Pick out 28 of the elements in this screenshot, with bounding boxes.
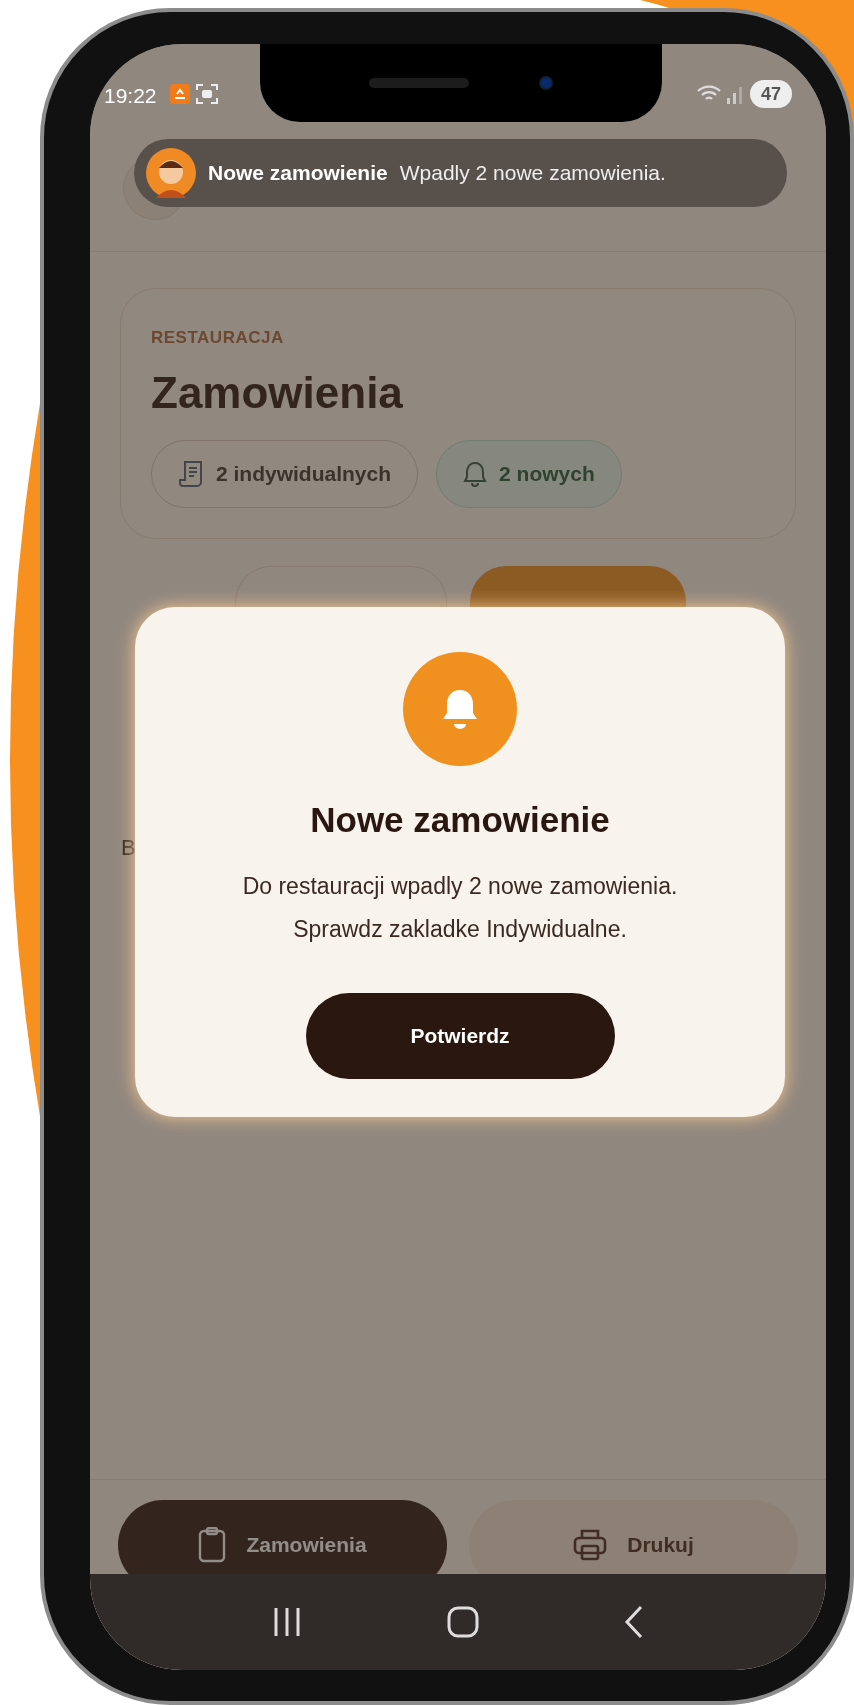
body-text: B	[121, 833, 137, 862]
bell-icon	[440, 687, 480, 731]
dialog-message: Do restauracji wpadly 2 nowe zamowienia. Sprawdz zakladke Indywidualne.	[241, 871, 679, 944]
chip-label: 2 nowych	[499, 460, 595, 487]
receipt-icon	[178, 459, 204, 488]
screenshot-icon	[196, 84, 218, 104]
battery-indicator: 47	[750, 80, 792, 108]
page-title: Zamowienia	[151, 366, 404, 419]
filter-chip[interactable]: 2 nowych	[436, 439, 622, 508]
confirm-button[interactable]: Potwierdz	[305, 992, 615, 1079]
notification-message: Wpadly 2 nowe zamowienia.	[399, 160, 666, 187]
back-icon[interactable]	[623, 1605, 644, 1639]
recent-apps-icon[interactable]	[272, 1606, 303, 1638]
front-camera	[539, 76, 553, 90]
bell-icon	[463, 460, 488, 487]
notification-toast[interactable]: Nowe zamowienie Wpadly 2 nowe zamowienia.	[134, 139, 787, 207]
clipboard-icon	[198, 1527, 227, 1563]
app-notification-icon	[170, 84, 190, 104]
chip-label: 2 indywidualnych	[216, 460, 392, 487]
app-logo-icon	[146, 148, 196, 198]
notification-title: Nowe zamowienie	[208, 160, 388, 187]
home-icon[interactable]	[447, 1606, 479, 1638]
section-label: RESTAURACJA	[151, 327, 285, 349]
dialog-title: Nowe zamowienie	[310, 799, 610, 841]
status-time: 19:22	[104, 83, 157, 109]
filter-chip[interactable]: 2 indywidualnych	[151, 439, 419, 508]
printer-icon	[573, 1528, 608, 1562]
signal-icon	[726, 84, 744, 104]
